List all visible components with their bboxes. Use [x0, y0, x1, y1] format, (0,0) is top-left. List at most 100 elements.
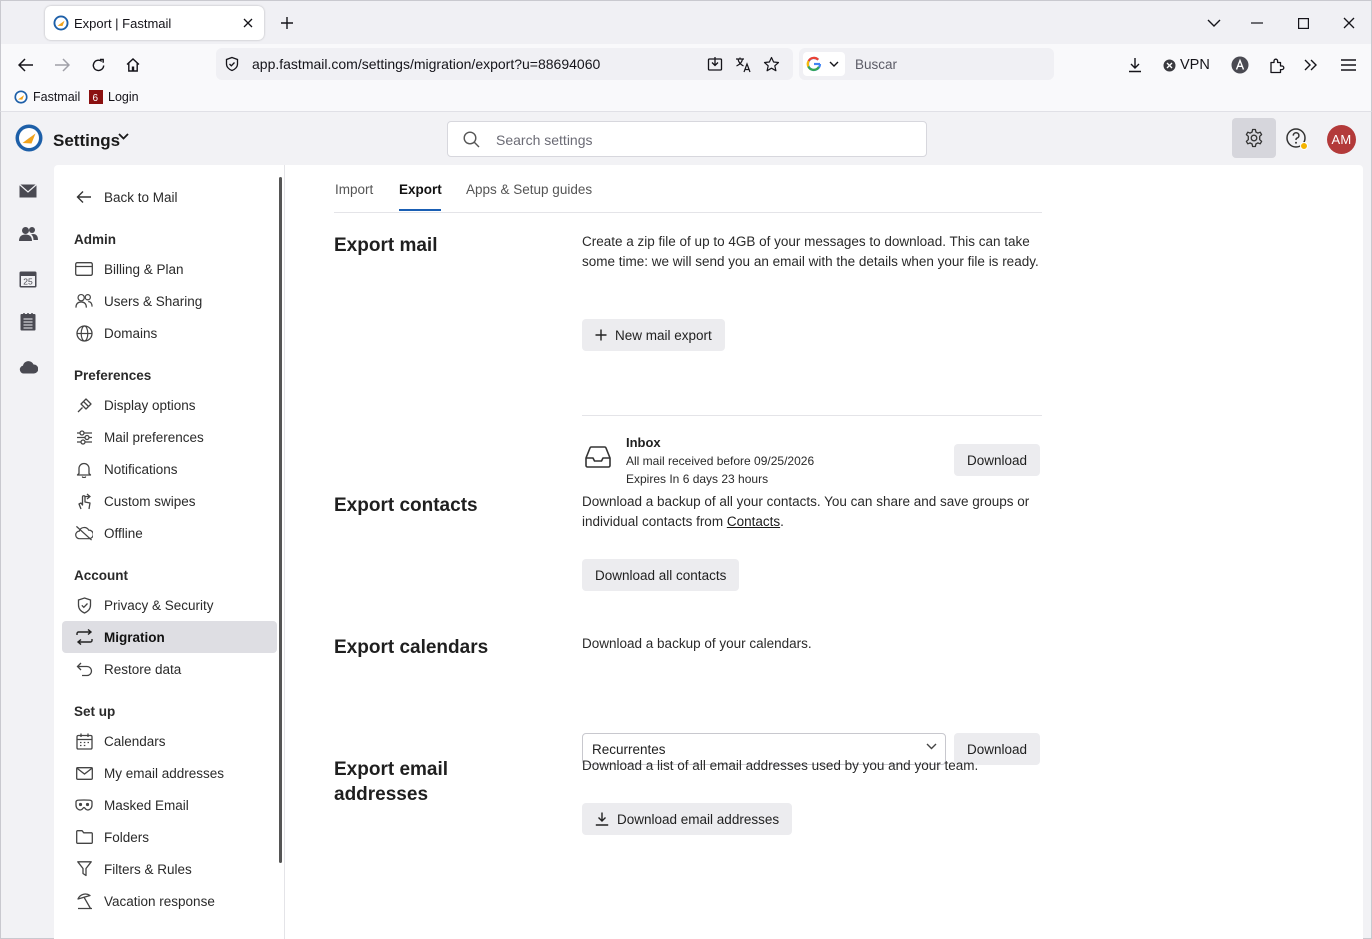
svg-text:25: 25 — [23, 277, 33, 287]
site-security-icon[interactable] — [224, 56, 240, 72]
home-icon[interactable] — [123, 55, 143, 75]
sidebar-item-label: Display options — [104, 398, 196, 413]
back-arrow-icon[interactable] — [16, 55, 36, 75]
help-button[interactable] — [1285, 127, 1309, 151]
export-addresses-heading-line1: Export email — [334, 759, 449, 780]
cloud-off-icon — [75, 524, 93, 542]
settings-gear-button[interactable] — [1232, 118, 1276, 158]
back-to-mail-link[interactable]: Back to Mail — [62, 181, 277, 213]
chevron-down-icon[interactable] — [118, 133, 129, 140]
translate-icon[interactable] — [734, 55, 752, 73]
sidebar-item-label: Users & Sharing — [104, 294, 203, 309]
sidebar-item-email-addresses[interactable]: My email addresses — [62, 757, 277, 789]
downloads-icon[interactable] — [1125, 55, 1145, 75]
export-calendars-description: Download a backup of your calendars. — [582, 636, 812, 651]
divider — [582, 415, 1042, 416]
browser-search-bar[interactable]: Buscar — [799, 48, 1054, 80]
account-icon[interactable] — [1230, 55, 1250, 75]
settings-panel: Back to Mail Admin Billing & Plan Users … — [54, 165, 1363, 939]
export-addresses-heading-line2: addresses — [334, 784, 429, 805]
sidebar-item-offline[interactable]: Offline — [62, 517, 277, 549]
settings-search-input[interactable] — [496, 130, 896, 150]
menu-hamburger-icon[interactable] — [1338, 55, 1358, 75]
sidebar-scrollbar[interactable] — [279, 177, 282, 863]
sidebar-item-users[interactable]: Users & Sharing — [62, 285, 277, 317]
sidebar-item-vacation-response[interactable]: Vacation response — [62, 885, 277, 917]
reload-icon[interactable] — [88, 55, 108, 75]
sidebar-item-label: Custom swipes — [104, 494, 196, 509]
vpn-button[interactable]: VPN — [1163, 57, 1210, 73]
settings-search[interactable] — [447, 121, 927, 157]
bookmark-fastmail[interactable]: Fastmail — [14, 90, 80, 104]
sidebar-item-privacy-security[interactable]: Privacy & Security — [62, 589, 277, 621]
sidebar-item-label: Filters & Rules — [104, 862, 192, 877]
app-title[interactable]: Settings — [53, 131, 120, 151]
shield-icon — [75, 596, 93, 614]
sidebar-heading-admin: Admin — [74, 232, 116, 247]
sidebar-item-restore-data[interactable]: Restore data — [62, 653, 277, 685]
sidebar-item-label: Folders — [104, 830, 150, 845]
sidebar-item-notifications[interactable]: Notifications — [62, 453, 277, 485]
tab-export[interactable]: Export — [399, 182, 442, 197]
bookmark-star-icon[interactable] — [762, 55, 780, 73]
close-tab-icon[interactable] — [240, 15, 256, 31]
contacts-link[interactable]: Contacts — [727, 514, 780, 529]
sidebar-item-masked-email[interactable]: Masked Email — [62, 789, 277, 821]
sidebar-item-mail-preferences[interactable]: Mail preferences — [62, 421, 277, 453]
bookmark-label: Fastmail — [33, 90, 81, 104]
tab-list-chevron-icon[interactable] — [1204, 13, 1224, 33]
export-item-detail: All mail received before 09/25/2026 — [626, 454, 815, 468]
notes-icon[interactable] — [18, 312, 38, 332]
mask-icon — [75, 796, 93, 814]
extensions-icon[interactable] — [1266, 55, 1286, 75]
contacts-icon[interactable] — [18, 224, 38, 244]
calendar-select-value: Recurrentes — [592, 742, 666, 757]
fastmail-logo-icon[interactable] — [15, 124, 43, 152]
sidebar-item-billing[interactable]: Billing & Plan — [62, 253, 277, 285]
sidebar-item-filters-rules[interactable]: Filters & Rules — [62, 853, 277, 885]
gear-icon — [1245, 128, 1263, 148]
sidebar-item-label: Calendars — [104, 734, 166, 749]
avatar[interactable]: AM — [1327, 125, 1356, 154]
sidebar-item-custom-swipes[interactable]: Custom swipes — [62, 485, 277, 517]
minimize-icon[interactable] — [1247, 13, 1267, 33]
sidebar-item-label: Privacy & Security — [104, 598, 214, 613]
install-app-icon[interactable] — [706, 55, 724, 73]
filter-funnel-icon — [75, 860, 93, 878]
sidebar-item-display-options[interactable]: Display options — [62, 389, 277, 421]
export-mail-heading: Export mail — [334, 235, 438, 256]
new-mail-export-button[interactable]: New mail export — [582, 319, 725, 351]
beach-umbrella-icon — [75, 892, 93, 910]
download-email-addresses-button[interactable]: Download email addresses — [582, 803, 793, 835]
files-cloud-icon[interactable] — [18, 357, 38, 377]
download-mail-export-button[interactable]: Download — [954, 444, 1041, 476]
tab-apps-setup-guides[interactable]: Apps & Setup guides — [466, 182, 592, 197]
fastmail-app: Settings AM 25 Back to Mail — [0, 112, 1372, 939]
login-favicon: 6 — [89, 90, 103, 104]
sidebar-item-calendars[interactable]: Calendars — [62, 725, 277, 757]
sidebar-item-domains[interactable]: Domains — [62, 317, 277, 349]
new-mail-export-label: New mail export — [615, 327, 712, 343]
browser-tab[interactable]: Export | Fastmail — [45, 6, 264, 40]
export-contacts-text: Download a backup of all your contacts. … — [582, 494, 1030, 529]
close-window-icon[interactable] — [1339, 13, 1359, 33]
sidebar-item-label: Offline — [104, 526, 143, 541]
mail-icon[interactable] — [18, 181, 38, 201]
download-all-contacts-button[interactable]: Download all contacts — [582, 559, 740, 591]
globe-icon — [75, 324, 93, 342]
forward-arrow-icon[interactable] — [52, 55, 72, 75]
google-engine-icon[interactable] — [803, 52, 845, 76]
sidebar-item-label: Vacation response — [104, 894, 215, 909]
new-tab-icon[interactable] — [277, 13, 297, 33]
paint-brush-icon — [75, 396, 93, 414]
maximize-icon[interactable] — [1293, 13, 1313, 33]
url-bar[interactable]: app.fastmail.com/settings/migration/expo… — [216, 48, 793, 80]
calendar-icon[interactable]: 25 — [18, 269, 38, 289]
overflow-chevrons-icon[interactable] — [1301, 55, 1321, 75]
sidebar-item-folders[interactable]: Folders — [62, 821, 277, 853]
sidebar-item-migration[interactable]: Migration — [62, 621, 277, 653]
tab-import[interactable]: Import — [335, 182, 373, 197]
sliders-icon — [75, 428, 93, 446]
back-to-mail-label: Back to Mail — [104, 190, 178, 205]
bookmark-login[interactable]: 6 Login — [89, 90, 139, 104]
